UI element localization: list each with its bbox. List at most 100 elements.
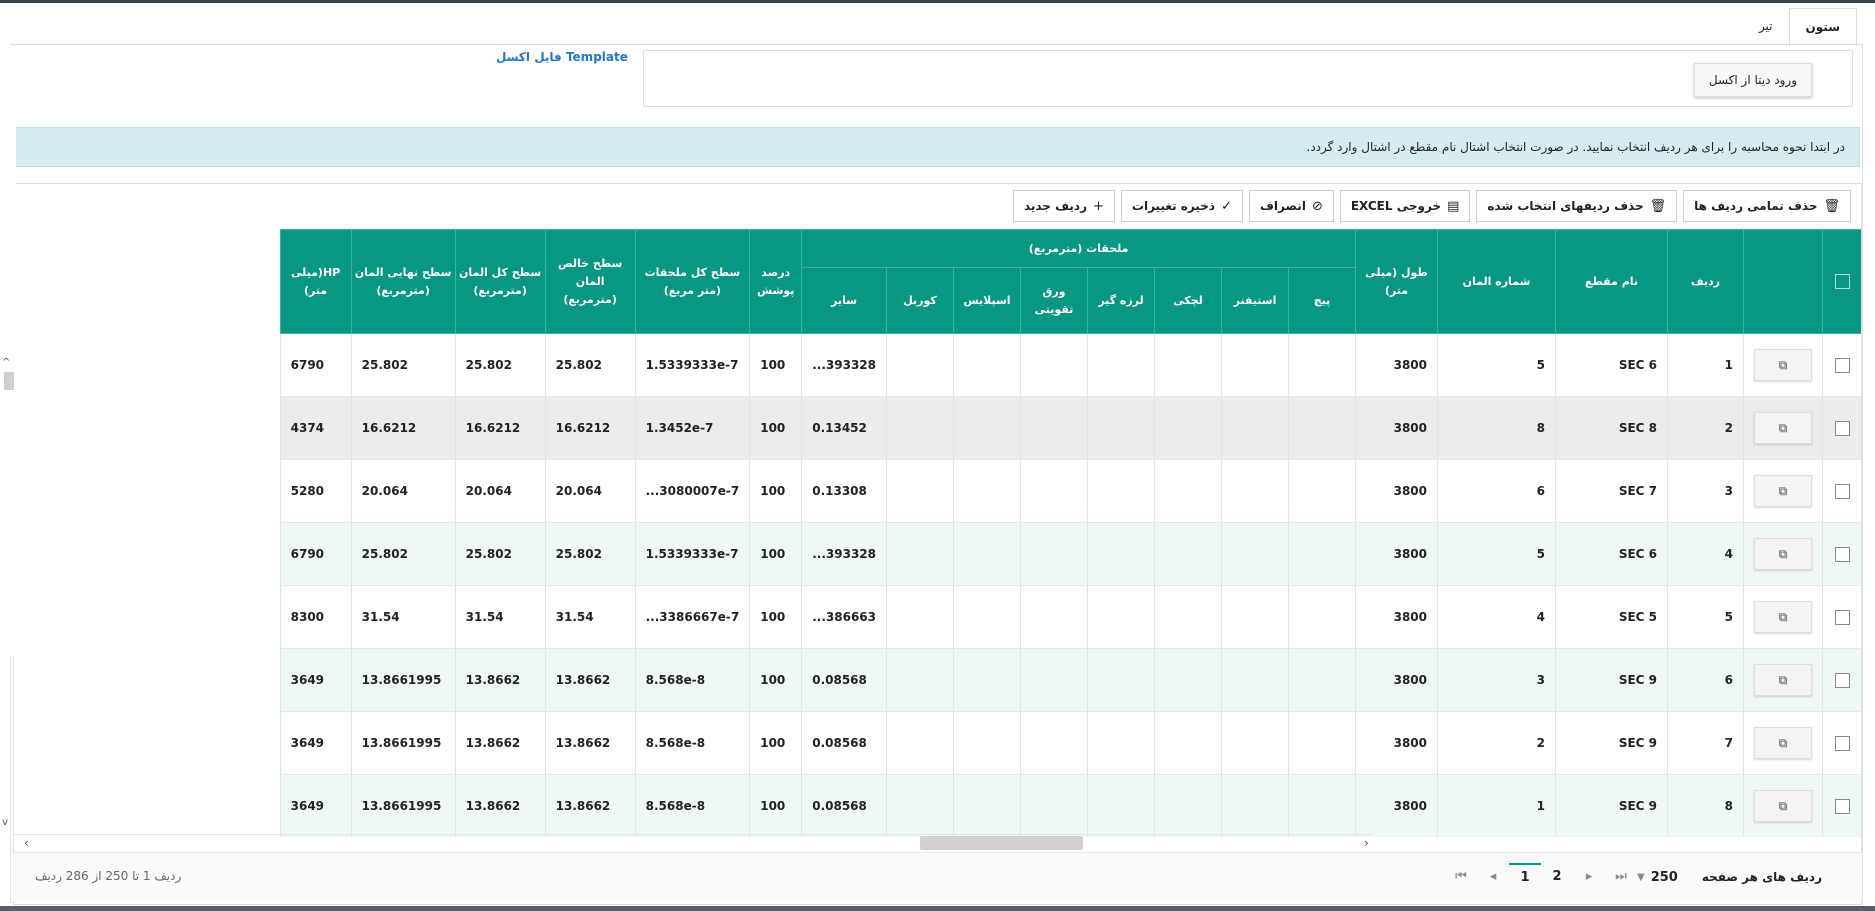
cell-stiffener[interactable] [1221, 648, 1289, 712]
cell-lachaki[interactable] [1154, 585, 1222, 649]
cell-section-name[interactable]: SEC 6 [1555, 522, 1668, 586]
cell-other[interactable]: 0.13452 [801, 396, 887, 460]
cancel-button[interactable]: ⊘ انصراف [1248, 190, 1334, 222]
cell-total-attachments-area[interactable]: 8.568e-8 [634, 648, 750, 712]
copy-row-button[interactable]: ⧉ [1754, 790, 1812, 822]
cell-section-name[interactable]: SEC 6 [1555, 333, 1668, 397]
first-page-icon[interactable]: ⏮ [1445, 863, 1477, 891]
cell-length[interactable]: 3800 [1355, 648, 1438, 712]
scroll-right-icon[interactable]: › [1364, 836, 1369, 850]
col-header-splice[interactable]: اسپلایس [953, 267, 1021, 334]
row-checkbox[interactable] [1835, 609, 1851, 625]
cell-other[interactable]: ...386663 [801, 585, 887, 649]
cell-splice[interactable] [953, 522, 1021, 586]
cell-stiffener[interactable] [1221, 459, 1289, 523]
cell-row[interactable]: 1 [1667, 333, 1744, 397]
cell-hp[interactable]: 3649 [279, 711, 352, 775]
cell-corbel[interactable] [886, 459, 954, 523]
cell-reinforcing-plate[interactable] [1020, 585, 1088, 649]
cell-section-name[interactable]: SEC 8 [1555, 396, 1668, 460]
copy-row-button[interactable]: ⧉ [1754, 475, 1812, 507]
cell-corbel[interactable] [886, 333, 954, 397]
col-header-net-element-area[interactable]: سطح خالص المان (مترمربع) [544, 229, 636, 334]
vertical-scroll-thumb[interactable] [4, 372, 14, 390]
cell-coating-percent[interactable]: 100 [749, 774, 802, 837]
cell-splice[interactable] [953, 333, 1021, 397]
cell-vibration-damper[interactable] [1087, 711, 1155, 775]
select-all-checkbox[interactable] [1835, 274, 1850, 289]
col-header-element-number[interactable]: شماره المان [1437, 229, 1556, 334]
cell-length[interactable]: 3800 [1355, 396, 1438, 460]
cell-element-number[interactable]: 5 [1437, 522, 1556, 586]
cell-coating-percent[interactable]: 100 [749, 396, 802, 460]
cell-total-attachments-area[interactable]: 1.5339333e-7 [634, 522, 750, 586]
cell-lachaki[interactable] [1154, 396, 1222, 460]
cell-screw[interactable] [1288, 333, 1356, 397]
table-row[interactable]: ⧉ 6 SEC 9 3 3800 0.08568 100 8.568e-8 13.8662 13.… [279, 648, 1861, 712]
cell-total-attachments-area[interactable]: 8.568e-8 [634, 774, 750, 837]
cell-vibration-damper[interactable] [1087, 522, 1155, 586]
row-checkbox[interactable] [1835, 672, 1851, 688]
cell-hp[interactable]: 5280 [279, 459, 352, 523]
cell-net-element-area[interactable]: 13.8662 [544, 648, 636, 712]
cell-total-attachments-area[interactable]: 8.568e-8 [634, 711, 750, 775]
cell-row[interactable]: 8 [1667, 774, 1744, 837]
cell-section-name[interactable]: SEC 7 [1555, 459, 1668, 523]
cell-reinforcing-plate[interactable] [1020, 396, 1088, 460]
cell-splice[interactable] [953, 396, 1021, 460]
cell-other[interactable]: 0.08568 [801, 774, 887, 837]
save-changes-button[interactable]: ✓ ذخیره تغییرات [1120, 190, 1243, 222]
cell-element-number[interactable]: 2 [1437, 711, 1556, 775]
cell-reinforcing-plate[interactable] [1020, 711, 1088, 775]
cell-reinforcing-plate[interactable] [1020, 333, 1088, 397]
col-header-other[interactable]: سایر [801, 267, 887, 334]
cell-net-element-area[interactable]: 20.064 [544, 459, 636, 523]
cell-splice[interactable] [953, 774, 1021, 837]
cell-corbel[interactable] [886, 585, 954, 649]
scroll-down-icon[interactable]: v [2, 817, 8, 828]
cell-total-element-area[interactable]: 25.802 [454, 333, 546, 397]
cell-coating-percent[interactable]: 100 [749, 333, 802, 397]
cell-lachaki[interactable] [1154, 459, 1222, 523]
cell-net-element-area[interactable]: 25.802 [544, 333, 636, 397]
cell-total-attachments-area[interactable]: ...3080007e-7 [634, 459, 750, 523]
col-header-row[interactable]: ردیف [1667, 229, 1744, 334]
horizontal-scroll-thumb[interactable] [920, 836, 1083, 850]
cell-other[interactable]: 0.08568 [801, 711, 887, 775]
row-checkbox[interactable] [1835, 357, 1851, 373]
cell-screw[interactable] [1288, 711, 1356, 775]
table-row[interactable]: ⧉ 2 SEC 8 8 3800 0.13452 100 1.3452e-7 16.6212 16… [279, 396, 1861, 460]
prev-page-icon[interactable]: ◂ [1477, 863, 1509, 891]
cell-reinforcing-plate[interactable] [1020, 522, 1088, 586]
cell-net-element-area[interactable]: 25.802 [544, 522, 636, 586]
cell-row[interactable]: 3 [1667, 459, 1744, 523]
col-header-final-element-area[interactable]: سطح نهایی المان (مترمربع) [350, 229, 456, 334]
cell-element-number[interactable]: 3 [1437, 648, 1556, 712]
cell-section-name[interactable]: SEC 5 [1555, 585, 1668, 649]
col-header-corbel[interactable]: کوربل [886, 267, 954, 334]
cell-splice[interactable] [953, 585, 1021, 649]
cell-vibration-damper[interactable] [1087, 396, 1155, 460]
cell-element-number[interactable]: 8 [1437, 396, 1556, 460]
cell-total-element-area[interactable]: 20.064 [454, 459, 546, 523]
table-row[interactable]: ⧉ 1 SEC 6 5 3800 ...393328 100 1.5339333e-7 25.8… [279, 333, 1861, 397]
tab-beam[interactable]: تیر [1743, 8, 1789, 44]
table-row[interactable]: ⧉ 7 SEC 9 2 3800 0.08568 100 8.568e-8 13.8662 13.… [279, 711, 1861, 775]
cell-final-element-area[interactable]: 13.8661995 [350, 711, 456, 775]
cell-element-number[interactable]: 4 [1437, 585, 1556, 649]
cell-final-element-area[interactable]: 25.802 [350, 522, 456, 586]
col-header-lachaki[interactable]: لچکی [1154, 267, 1222, 334]
cell-total-element-area[interactable]: 13.8662 [454, 774, 546, 837]
cell-other[interactable]: ...393328 [801, 333, 887, 397]
copy-row-button[interactable]: ⧉ [1754, 727, 1812, 759]
cell-coating-percent[interactable]: 100 [749, 522, 802, 586]
export-excel-button[interactable]: ▤ خروجی EXCEL [1339, 190, 1471, 222]
cell-net-element-area[interactable]: 16.6212 [544, 396, 636, 460]
col-header-screw[interactable]: پیچ [1288, 267, 1356, 334]
cell-corbel[interactable] [886, 711, 954, 775]
cell-other[interactable]: ...393328 [801, 522, 887, 586]
delete-selected-rows-button[interactable]: 🗑 حذف ردیفهای انتخاب شده [1476, 190, 1678, 222]
cell-hp[interactable]: 6790 [279, 333, 352, 397]
cell-hp[interactable]: 3649 [279, 648, 352, 712]
copy-row-button[interactable]: ⧉ [1754, 601, 1812, 633]
